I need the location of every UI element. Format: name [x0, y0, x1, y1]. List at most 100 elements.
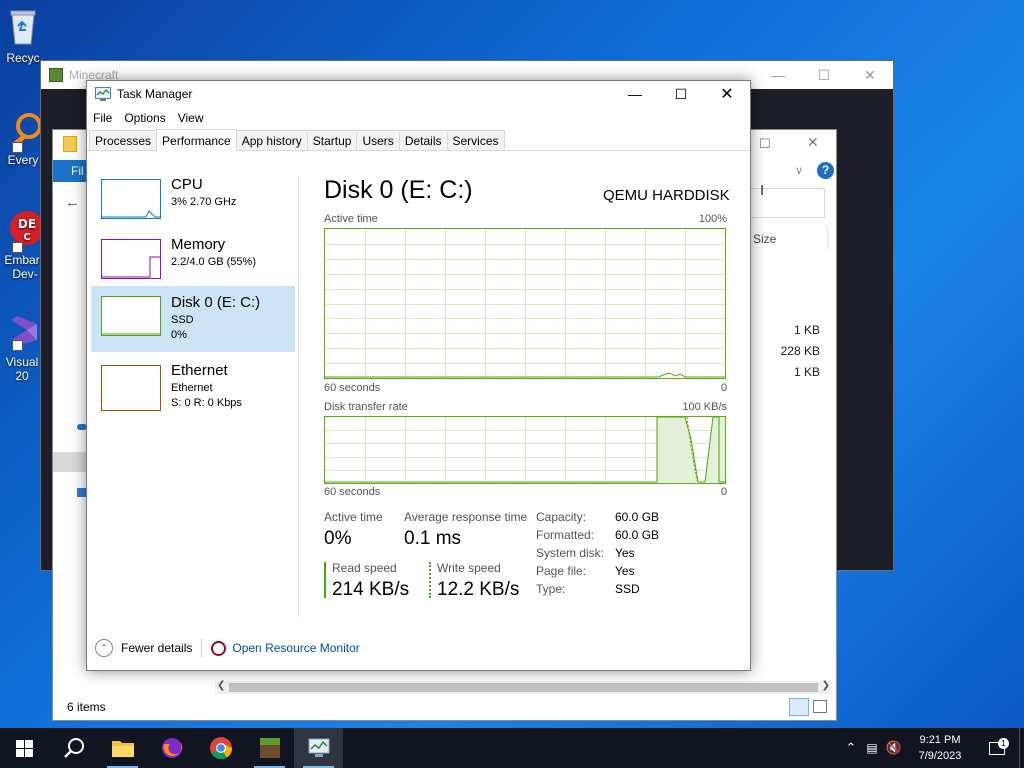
tab-processes[interactable]: Processes — [89, 130, 158, 150]
maximize-button[interactable]: ☐ — [759, 136, 773, 151]
file-size: 1 KB — [793, 323, 820, 337]
disk-thumbnail-graph — [101, 296, 161, 336]
back-arrow-icon[interactable]: ← — [65, 194, 80, 211]
desktop-icon-recycle-bin[interactable]: Recyc — [0, 6, 46, 65]
task-manager-footer: ⌃ Fewer details Open Resource Monitor — [87, 626, 750, 670]
memory-thumbnail-graph — [101, 239, 161, 279]
tab-performance[interactable]: Performance — [156, 129, 237, 151]
ribbon-file-tab[interactable]: Fil — [53, 160, 89, 182]
property-key: Page file: — [536, 564, 587, 578]
read-speed-bar — [324, 562, 326, 598]
task-manager-titlebar[interactable]: Task Manager — ☐ ✕ — [87, 81, 750, 107]
property-value: 60.0 GB — [615, 528, 660, 542]
search-icon — [63, 738, 84, 758]
shortcut-arrow-icon — [12, 340, 23, 351]
network-icon[interactable]: ▤ — [861, 741, 883, 755]
active-time-graph-label: Active time — [324, 213, 378, 225]
sidebar-item-sub: 2.2/4.0 GB (55%) — [171, 256, 256, 268]
search-button[interactable] — [49, 728, 98, 768]
maximize-button[interactable]: ☐ — [658, 81, 704, 107]
active-time-graph-lines — [325, 229, 725, 378]
network-icon — [77, 488, 86, 497]
maximize-button[interactable]: ☐ — [801, 61, 847, 89]
minecraft-icon — [49, 68, 63, 82]
close-button[interactable]: ✕ — [847, 61, 893, 89]
transfer-rate-graph-min: 0 — [720, 486, 727, 498]
horizontal-scrollbar[interactable]: ❮ ❯ — [215, 680, 832, 694]
volume-muted-icon[interactable]: 🔇 — [883, 740, 905, 756]
open-resource-monitor-link[interactable]: Open Resource Monitor — [232, 641, 359, 655]
shortcut-arrow-icon — [12, 242, 23, 253]
tab-details[interactable]: Details — [398, 130, 448, 150]
show-desktop-button[interactable] — [1019, 728, 1024, 768]
read-speed-label: Read speed — [332, 561, 397, 575]
help-icon[interactable]: ? — [817, 162, 834, 179]
windows-logo-icon — [16, 739, 33, 757]
tab-users[interactable]: Users — [356, 130, 400, 150]
property-key: Capacity: — [536, 510, 587, 524]
show-hidden-icons-chevron-icon[interactable]: ⌃ — [841, 740, 861, 756]
svg-text:DE: DE — [18, 217, 36, 231]
sidebar-item-cpu[interactable]: CPU 3% 2.70 GHz — [91, 176, 295, 242]
sidebar-item-disk[interactable]: Disk 0 (E: C:) SSD 0% — [91, 286, 295, 352]
taskbar-file-explorer[interactable] — [98, 728, 147, 768]
recycle-bin-icon — [10, 10, 36, 45]
active-time-graph — [324, 228, 726, 379]
visual-studio-icon — [11, 316, 37, 346]
clock[interactable]: 9:21 PM 7/9/2023 — [905, 732, 975, 764]
sidebar-item-name: Memory — [171, 236, 226, 253]
chrome-icon — [209, 737, 232, 760]
sidebar-item-sub: Ethernet — [171, 382, 213, 394]
fewer-details-link[interactable]: Fewer details — [121, 641, 192, 655]
menu-options[interactable]: Options — [124, 111, 165, 125]
taskbar-task-manager[interactable] — [294, 728, 343, 768]
file-explorer-icon — [111, 741, 134, 757]
property-value: 60.0 GB — [615, 510, 660, 524]
sidebar-item-ethernet[interactable]: Ethernet Ethernet S: 0 R: 0 Kbps — [91, 362, 295, 428]
property-value: SSD — [615, 582, 640, 596]
taskbar-chrome[interactable] — [196, 728, 245, 768]
active-time-graph-min: 0 — [720, 382, 727, 394]
firefox-icon — [161, 738, 182, 758]
notifications-button[interactable]: 1 — [975, 737, 1019, 755]
shortcut-arrow-icon — [12, 142, 23, 153]
disk-title: Disk 0 (E: C:) — [324, 176, 473, 204]
scroll-left-arrow[interactable]: ❮ — [217, 680, 225, 691]
menu-view[interactable]: View — [178, 111, 204, 125]
performance-sidebar: CPU 3% 2.70 GHz Memory 2.2/4.0 GB (55%) … — [91, 174, 299, 619]
chevron-up-icon[interactable]: ⌃ — [95, 639, 113, 657]
taskbar-firefox[interactable] — [147, 728, 196, 768]
tab-startup[interactable]: Startup — [306, 130, 358, 150]
system-tray: ⌃ ▤ 🔇 9:21 PM 7/9/2023 1 — [841, 728, 1024, 768]
transfer-rate-graph-max: 100 KB/s — [682, 401, 727, 413]
tab-services[interactable]: Services — [446, 130, 505, 150]
notification-count-badge: 1 — [998, 737, 1009, 749]
task-manager-window[interactable]: Task Manager — ☐ ✕ File Options View Pro… — [86, 80, 751, 671]
large-icons-view-button[interactable] — [813, 700, 827, 713]
scroll-right-arrow[interactable]: ❯ — [822, 680, 830, 691]
tab-app-history[interactable]: App history — [235, 130, 308, 150]
scrollbar-thumb[interactable] — [229, 683, 818, 692]
write-speed-value: 12.2 KB/s — [437, 579, 520, 600]
sidebar-item-sub: 3% 2.70 GHz — [171, 196, 237, 208]
nav-pane-selected-item[interactable] — [53, 452, 89, 472]
task-manager-icon — [308, 738, 329, 757]
start-button[interactable] — [0, 728, 49, 768]
property-value: Yes — [615, 546, 635, 560]
explorer-status-bar: 6 items — [53, 694, 836, 720]
transfer-rate-graph — [324, 416, 726, 484]
sidebar-item-name: Ethernet — [171, 362, 228, 379]
minimize-button[interactable]: — — [755, 61, 801, 89]
taskbar-minecraft[interactable] — [245, 728, 294, 768]
text-cursor-icon: I — [760, 182, 765, 199]
taskbar: ⌃ ▤ 🔇 9:21 PM 7/9/2023 1 — [0, 728, 1024, 768]
close-button[interactable]: ✕ — [704, 81, 750, 107]
details-view-button[interactable] — [789, 698, 809, 716]
ribbon-expand-icon[interactable]: ∨ — [795, 164, 803, 177]
sidebar-item-sub: 0% — [171, 329, 187, 341]
column-header-size[interactable]: Size — [753, 232, 776, 246]
minecraft-icon — [259, 738, 280, 758]
close-button[interactable]: ✕ — [807, 134, 821, 150]
menu-file[interactable]: File — [93, 111, 112, 125]
minimize-button[interactable]: — — [612, 81, 658, 107]
